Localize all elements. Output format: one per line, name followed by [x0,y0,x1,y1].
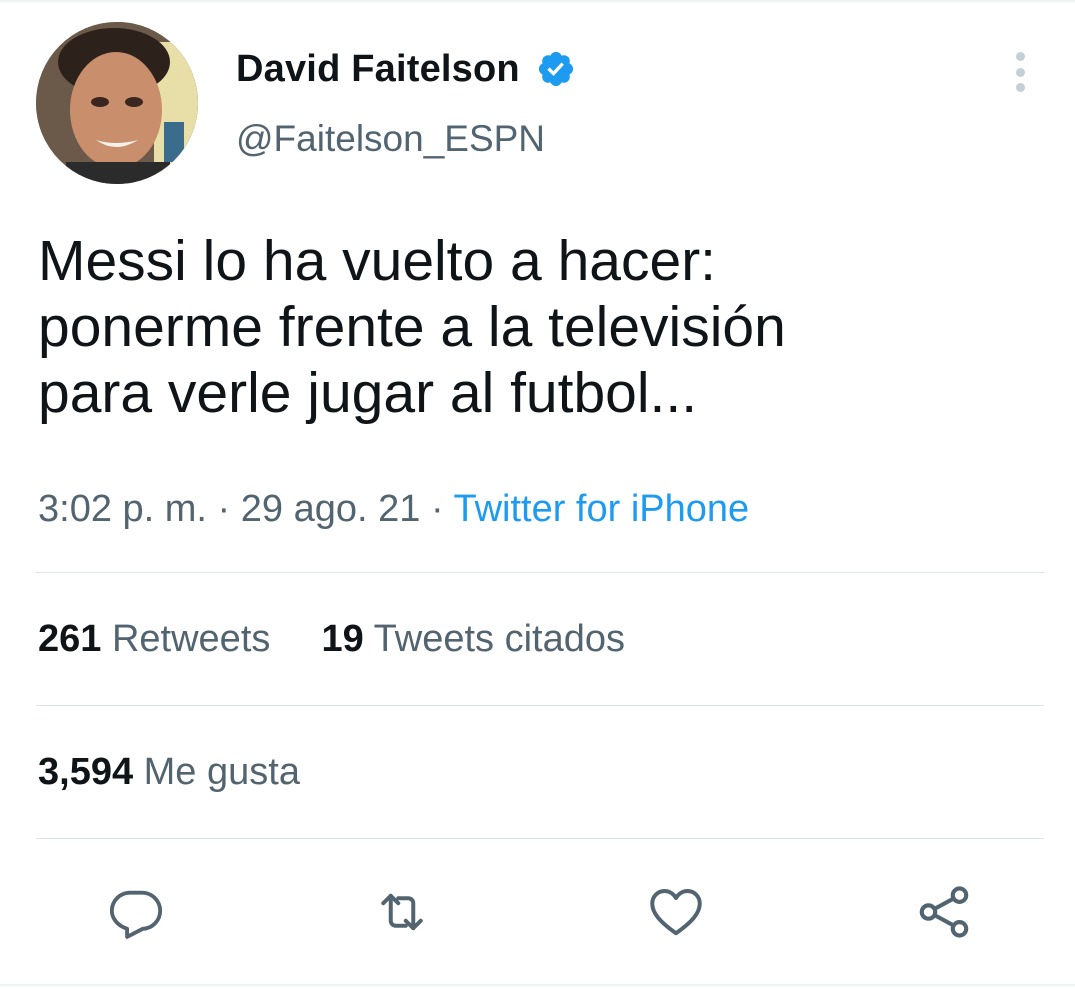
more-dot [1015,52,1025,61]
likes-count: 3,594 [38,751,134,793]
verified-badge-icon [536,49,576,89]
more-options-icon[interactable] [1002,46,1038,98]
more-dot [1015,83,1025,92]
author-display-name[interactable]: David Faitelson [236,48,520,91]
quotes-stat[interactable]: 19 Tweets citados [322,618,626,660]
retweet-icon[interactable] [370,880,434,944]
tweet-text: Messi lo ha vuelto a hacer: ponerme fren… [38,229,786,425]
author-handle[interactable]: @Faitelson_ESPN [236,118,545,160]
bottom-rule [0,984,1075,986]
divider [36,705,1044,706]
tweet-meta: 3:02 p. m. · 29 ago. 21 · Twitter for iP… [38,488,749,531]
retweet-stats: 261 Retweets 19 Tweets citados [38,618,625,661]
likes-stat[interactable]: 3,594 Me gusta [38,751,300,794]
tweet-date[interactable]: 29 ago. 21 [241,488,421,530]
quotes-label: Tweets citados [373,618,625,660]
tweet-source-link[interactable]: Twitter for iPhone [453,488,749,530]
meta-separator: · [430,488,444,530]
likes-label: Me gusta [143,751,300,793]
more-dot [1015,67,1025,77]
like-icon[interactable] [644,880,708,944]
divider [36,572,1044,573]
tweet-time[interactable]: 3:02 p. m. [38,488,207,530]
top-rule [0,0,1075,2]
meta-separator: · [217,488,231,530]
retweets-label: Retweets [111,618,271,660]
share-icon[interactable] [912,880,976,944]
quotes-count: 19 [321,618,364,660]
retweets-count: 261 [38,618,102,660]
author-name-row: David Faitelson [236,44,576,94]
avatar[interactable] [36,22,198,184]
retweets-stat[interactable]: 261 Retweets [38,618,270,660]
reply-icon[interactable] [104,880,168,944]
avatar-photo [36,22,198,184]
divider [36,838,1044,839]
